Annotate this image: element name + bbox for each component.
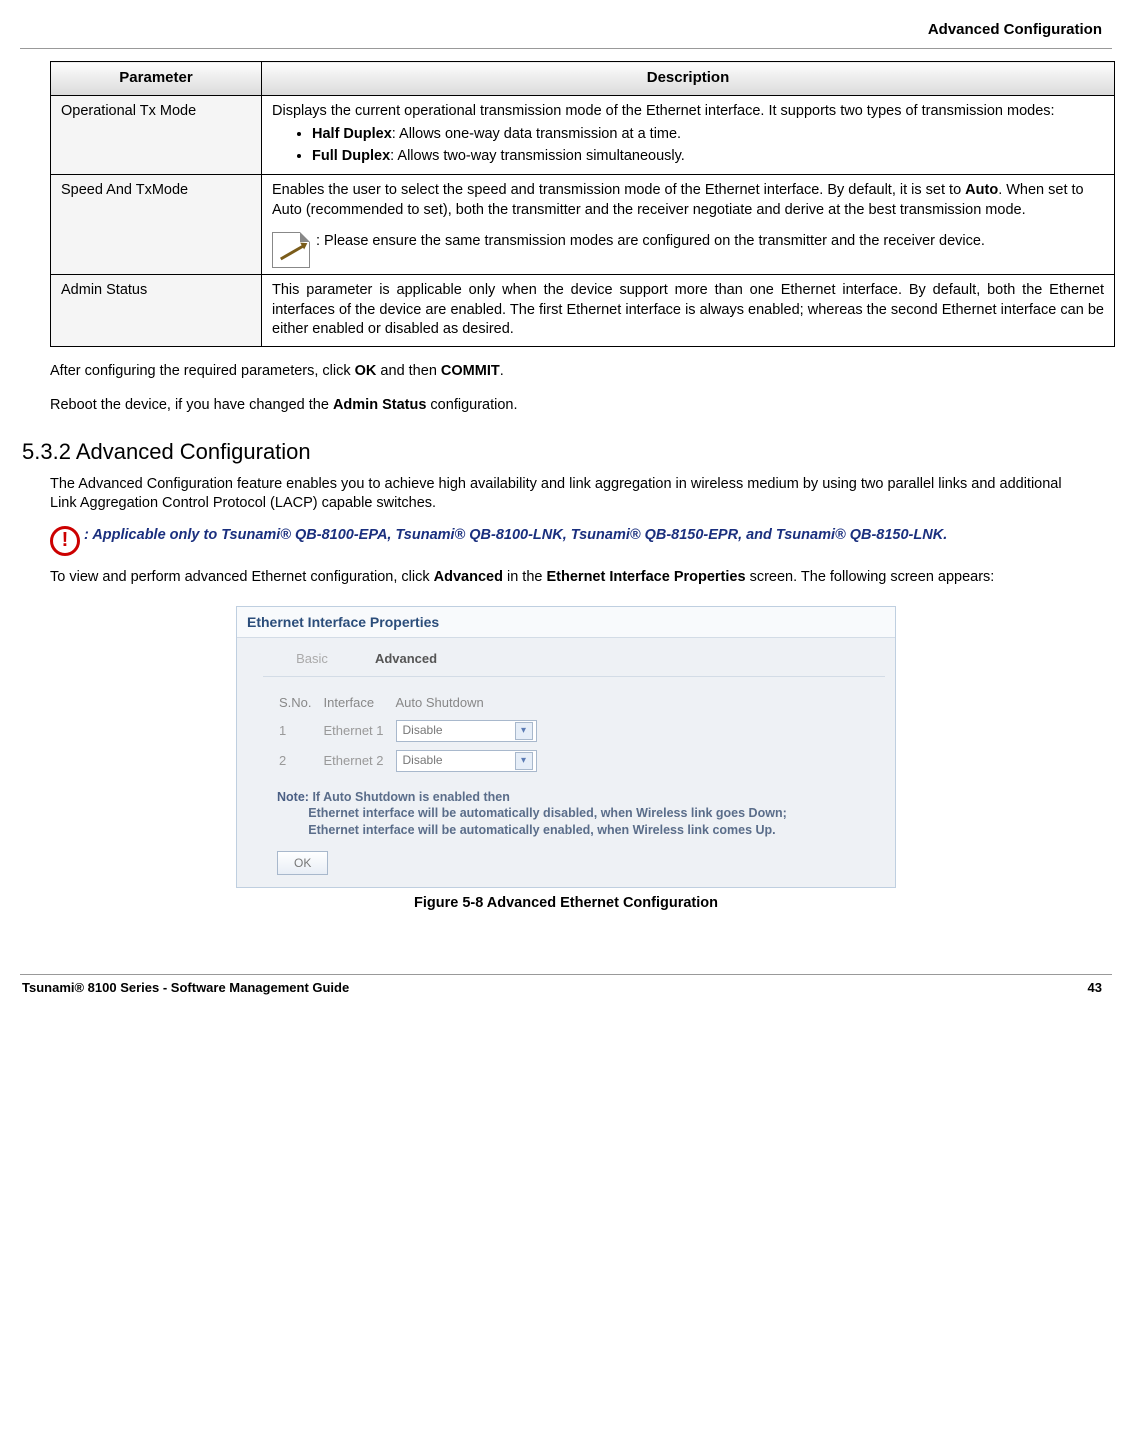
parameter-table: Parameter Description Operational Tx Mod… (50, 61, 1115, 347)
bullet-item: Half Duplex: Allows one-way data transmi… (312, 125, 1104, 145)
th-description: Description (262, 62, 1115, 95)
after-table-line2: Reboot the device, if you have changed t… (50, 396, 1112, 416)
warning-icon: ! (50, 526, 80, 556)
param-desc: This parameter is applicable only when t… (262, 275, 1115, 347)
table-row: Speed And TxMode Enables the user to sel… (51, 175, 1115, 275)
param-desc: Displays the current operational transmi… (262, 95, 1115, 175)
col-sno: S.No. (279, 691, 322, 715)
chevron-down-icon: ▾ (515, 722, 533, 740)
autoshutdown-select-1[interactable]: Disable▾ (396, 720, 537, 742)
bullet-bold: Full Duplex (312, 148, 390, 164)
warning-row: ! : Applicable only to Tsunami® QB-8100-… (50, 526, 1112, 556)
desc-intro: Displays the current operational transmi… (272, 103, 1055, 119)
inner-table: S.No. Interface Auto Shutdown 1 Ethernet… (277, 689, 549, 777)
section-intro: The Advanced Configuration feature enabl… (50, 475, 1082, 514)
footer-divider (20, 974, 1112, 975)
ok-button[interactable]: OK (277, 851, 328, 875)
note-row: : Please ensure the same transmission mo… (272, 232, 1104, 268)
page-header: Advanced Configuration (20, 0, 1112, 48)
embedded-screenshot: Ethernet Interface Properties Basic Adva… (236, 606, 896, 914)
note-icon (272, 232, 310, 268)
param-desc: Enables the user to select the speed and… (262, 175, 1115, 275)
footer-left: Tsunami® 8100 Series - Software Manageme… (22, 979, 349, 997)
tab-basic[interactable]: Basic (267, 650, 357, 668)
nav-instruction: To view and perform advanced Ethernet co… (50, 568, 1082, 588)
desc-bold: Auto (965, 182, 998, 198)
autoshutdown-select-2[interactable]: Disable▾ (396, 750, 537, 772)
table-row: 1 Ethernet 1 Disable▾ (279, 717, 547, 745)
col-autoshutdown: Auto Shutdown (396, 691, 547, 715)
footer-page-number: 43 (1088, 979, 1102, 997)
bullet-bold: Half Duplex (312, 126, 392, 142)
tab-advanced[interactable]: Advanced (361, 650, 451, 668)
warning-text: : Applicable only to Tsunami® QB-8100-EP… (84, 526, 947, 556)
panel-note: Note: If Auto Shutdown is enabled then E… (277, 789, 895, 840)
bullet-rest: : Allows one-way data transmission at a … (392, 126, 681, 142)
bullet-rest: : Allows two-way transmission simultaneo… (390, 148, 685, 164)
table-row: Admin Status This parameter is applicabl… (51, 275, 1115, 347)
th-parameter: Parameter (51, 62, 262, 95)
table-row: Operational Tx Mode Displays the current… (51, 95, 1115, 175)
section-heading: 5.3.2 Advanced Configuration (22, 437, 1112, 467)
header-divider (20, 48, 1112, 49)
after-table-line1: After configuring the required parameter… (50, 362, 1112, 382)
table-row: 2 Ethernet 2 Disable▾ (279, 747, 547, 775)
desc-pre: Enables the user to select the speed and… (272, 182, 965, 198)
note-text: : Please ensure the same transmission mo… (316, 232, 985, 268)
chevron-down-icon: ▾ (515, 752, 533, 770)
param-name: Admin Status (51, 275, 262, 347)
param-name: Operational Tx Mode (51, 95, 262, 175)
param-name: Speed And TxMode (51, 175, 262, 275)
col-interface: Interface (324, 691, 394, 715)
figure-caption: Figure 5-8 Advanced Ethernet Configurati… (236, 894, 896, 914)
panel-title: Ethernet Interface Properties (237, 607, 895, 639)
bullet-item: Full Duplex: Allows two-way transmission… (312, 147, 1104, 167)
